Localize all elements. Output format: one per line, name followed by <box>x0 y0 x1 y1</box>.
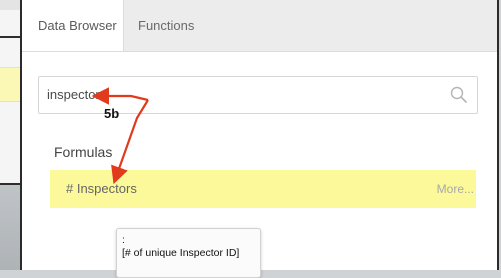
tab-functions[interactable]: Functions <box>134 0 194 51</box>
tab-bar: Data Browser Functions <box>22 0 497 52</box>
search-icon[interactable] <box>449 85 469 105</box>
formulas-heading: Formulas <box>54 144 113 160</box>
search-input[interactable]: inspectors <box>47 77 106 113</box>
formula-item-inspectors[interactable]: # Inspectors More... <box>50 170 476 208</box>
formula-tooltip: : [# of unique Inspector ID] <box>116 228 261 278</box>
formula-name[interactable]: # Inspectors <box>66 170 137 208</box>
more-link[interactable]: More... <box>437 170 474 208</box>
tooltip-definition: [# of unique Inspector ID] <box>122 247 240 259</box>
tab-data-browser[interactable]: Data Browser <box>22 0 124 51</box>
annotation-label: 5b <box>104 106 120 121</box>
tooltip-name: : <box>122 234 125 246</box>
data-browser-panel: Data Browser Functions inspectors Formul… <box>20 0 499 278</box>
